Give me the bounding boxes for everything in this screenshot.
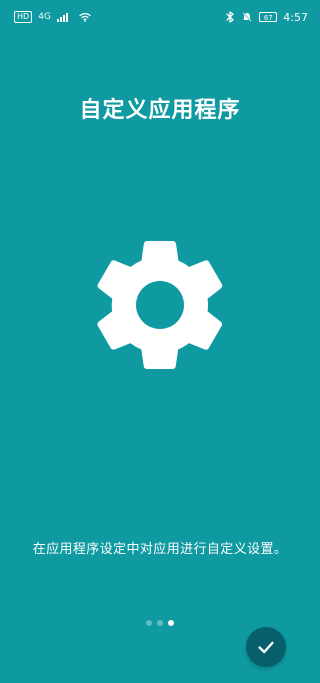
network-type-label: 4G bbox=[38, 12, 51, 22]
done-button[interactable] bbox=[246, 627, 286, 667]
status-left: HD 4G bbox=[14, 11, 91, 23]
clock: 4:57 bbox=[283, 10, 308, 24]
page-dot bbox=[146, 620, 152, 626]
page-indicator bbox=[146, 620, 174, 626]
wifi-icon bbox=[79, 13, 91, 22]
status-right: 67 4:57 bbox=[225, 11, 308, 24]
page-dot bbox=[157, 620, 163, 626]
check-icon bbox=[258, 641, 274, 654]
gear-icon bbox=[97, 240, 223, 369]
page-title: 自定义应用程序 bbox=[79, 98, 241, 123]
signal-icon bbox=[56, 12, 73, 22]
description-text: 在应用程序设定中对应用进行自定义设置。 bbox=[32, 542, 288, 557]
battery-indicator: 67 bbox=[259, 12, 278, 22]
bluetooth-icon bbox=[226, 11, 234, 23]
page-dot-active bbox=[168, 620, 174, 626]
hd-badge: HD bbox=[14, 11, 33, 23]
silent-icon bbox=[242, 12, 252, 22]
status-bar: HD 4G 67 4:57 bbox=[0, 0, 320, 34]
